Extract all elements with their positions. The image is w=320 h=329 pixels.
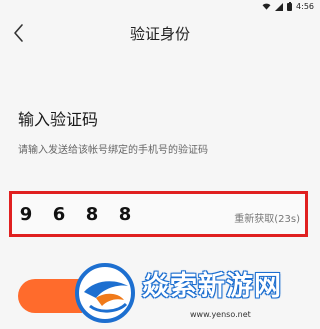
watermark-logo bbox=[75, 263, 135, 323]
verification-code-input[interactable]: 9 6 8 8 重新获取(23s) bbox=[9, 191, 308, 237]
verify-identity-screen: 4:56 验证身份 输入验证码 请输入发送给该帐号绑定的手机号的验证码 9 6 … bbox=[0, 0, 320, 329]
app-bar: 验证身份 bbox=[0, 14, 320, 54]
status-bar: 4:56 bbox=[0, 0, 320, 14]
page-title: 验证身份 bbox=[129, 25, 190, 43]
code-digit-4: 8 bbox=[118, 204, 132, 225]
wifi-icon bbox=[262, 3, 271, 10]
watermark-url: www.yenso.net bbox=[190, 310, 251, 319]
code-instructions: 请输入发送给该帐号绑定的手机号的验证码 bbox=[18, 145, 208, 156]
submit-button[interactable] bbox=[18, 279, 82, 313]
status-icons: 4:56 bbox=[262, 1, 314, 11]
battery-icon bbox=[287, 1, 293, 11]
signal-icon bbox=[275, 2, 284, 11]
code-digit-2: 6 bbox=[52, 204, 66, 225]
watermark-text: 焱索新游网 bbox=[142, 271, 282, 302]
code-digit-1: 9 bbox=[19, 204, 33, 225]
code-digit-3: 8 bbox=[85, 204, 99, 225]
status-time: 4:56 bbox=[296, 2, 314, 11]
code-heading: 输入验证码 bbox=[18, 110, 99, 129]
resend-code-button[interactable]: 重新获取(23s) bbox=[234, 210, 300, 225]
